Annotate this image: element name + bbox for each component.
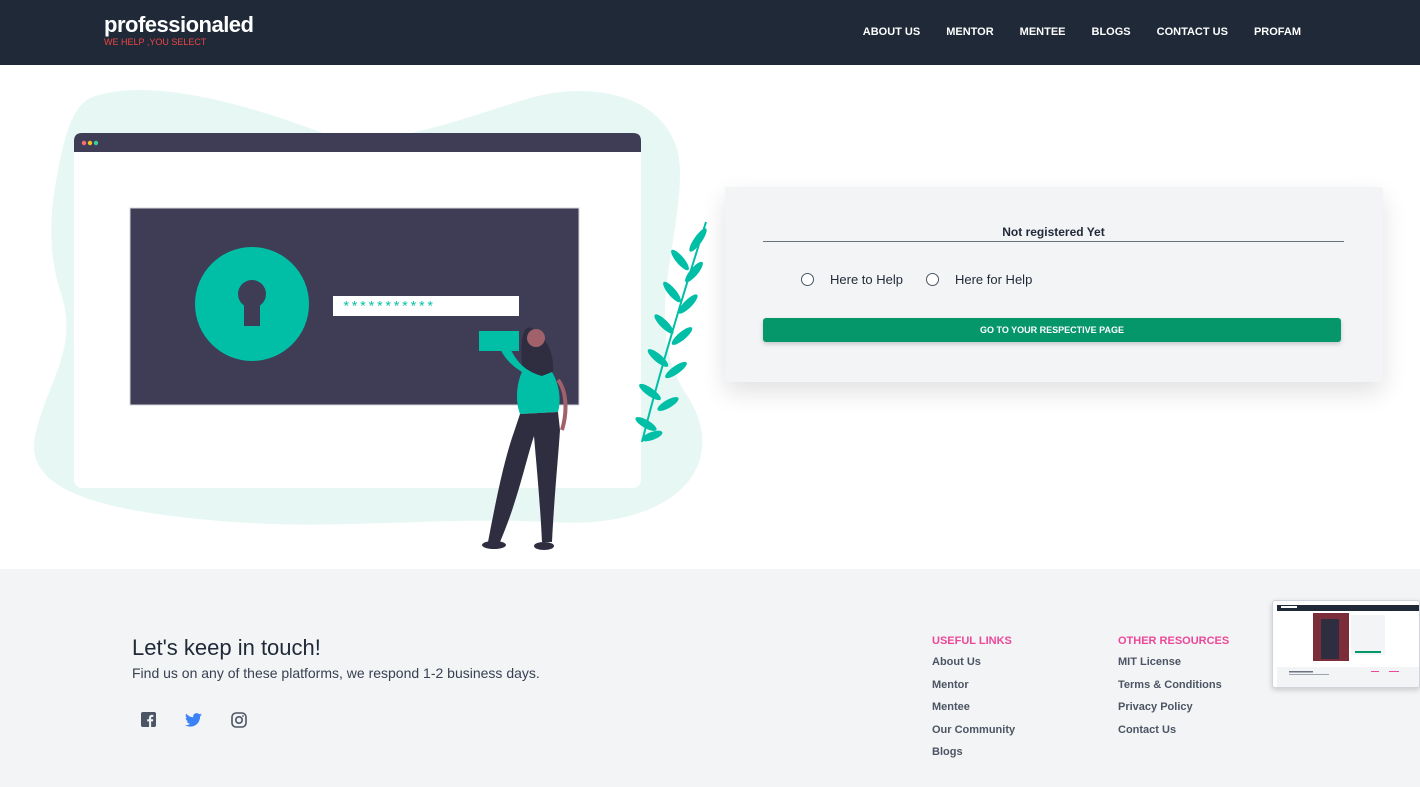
nav-about-us[interactable]: ABOUT US (863, 25, 920, 39)
social-links (139, 710, 248, 729)
footer: Let's keep in touch! Find us on any of t… (0, 569, 1420, 787)
footer-link-our-community[interactable]: Our Community (932, 724, 1015, 737)
footer-title: Let's keep in touch! (132, 635, 321, 660)
nav-mentor[interactable]: MENTOR (946, 25, 993, 39)
role-radio-group: Here to Help Here for Help (801, 272, 1055, 287)
radio-button[interactable] (925, 273, 939, 286)
footer-link-mentee[interactable]: Mentee (932, 701, 1015, 714)
password-mask: *********** (342, 300, 434, 316)
instagram-icon[interactable] (229, 710, 248, 729)
hero-section: *********** Not registered Yet Here to H… (0, 65, 1420, 569)
browser-titlebar (74, 133, 641, 152)
thumbnail-preview-icon (1277, 605, 1419, 687)
screenshot-thumbnail[interactable] (1272, 600, 1420, 688)
footer-link-blogs[interactable]: Blogs (932, 746, 1015, 759)
nav-profam[interactable]: PROFAM (1254, 25, 1301, 39)
footer-link-contact-us[interactable]: Contact Us (1118, 724, 1229, 737)
footer-subtitle: Find us on any of these platforms, we re… (132, 665, 540, 681)
useful-links-column: USEFUL LINKS About Us Mentor Mentee Our … (932, 635, 1015, 769)
radio-label: Here to Help (830, 272, 903, 287)
navbar: professionaled WE HELP ,YOU SELECT ABOUT… (0, 0, 1420, 65)
nav-links: ABOUT US MENTOR MENTEE BLOGS CONTACT US … (863, 25, 1301, 39)
nav-contact-us[interactable]: CONTACT US (1157, 25, 1228, 39)
other-resources-title: OTHER RESOURCES (1118, 635, 1230, 647)
other-resources-column: OTHER RESOURCES MIT License Terms & Cond… (1118, 635, 1229, 746)
registration-card: Not registered Yet Here to Help Here for… (725, 187, 1383, 382)
footer-link-terms[interactable]: Terms & Conditions (1118, 679, 1229, 692)
radio-label: Here for Help (954, 272, 1033, 287)
login-illustration: *********** (33, 90, 707, 550)
brand-logo[interactable]: professionaled WE HELP ,YOU SELECT (104, 12, 254, 48)
footer-link-mentor[interactable]: Mentor (932, 679, 1015, 692)
radio-button[interactable] (801, 273, 814, 286)
footer-link-mit-license[interactable]: MIT License (1118, 656, 1229, 669)
radio-here-for-help[interactable]: Here for Help (925, 272, 1033, 287)
brand-name: professionaled (104, 12, 254, 37)
card-title: Not registered Yet (763, 225, 1344, 242)
submit-block (479, 331, 519, 351)
footer-link-privacy[interactable]: Privacy Policy (1118, 701, 1229, 714)
facebook-icon[interactable] (139, 710, 158, 729)
nav-blogs[interactable]: BLOGS (1092, 25, 1131, 39)
go-to-page-button[interactable]: GO TO YOUR RESPECTIVE PAGE (763, 318, 1341, 342)
footer-link-about-us[interactable]: About Us (932, 656, 1015, 669)
nav-mentee[interactable]: MENTEE (1020, 25, 1066, 39)
radio-here-to-help[interactable]: Here to Help (801, 272, 903, 287)
twitter-icon[interactable] (184, 710, 203, 729)
brand-tagline: WE HELP ,YOU SELECT (104, 37, 207, 47)
useful-links-title: USEFUL LINKS (932, 635, 1012, 647)
